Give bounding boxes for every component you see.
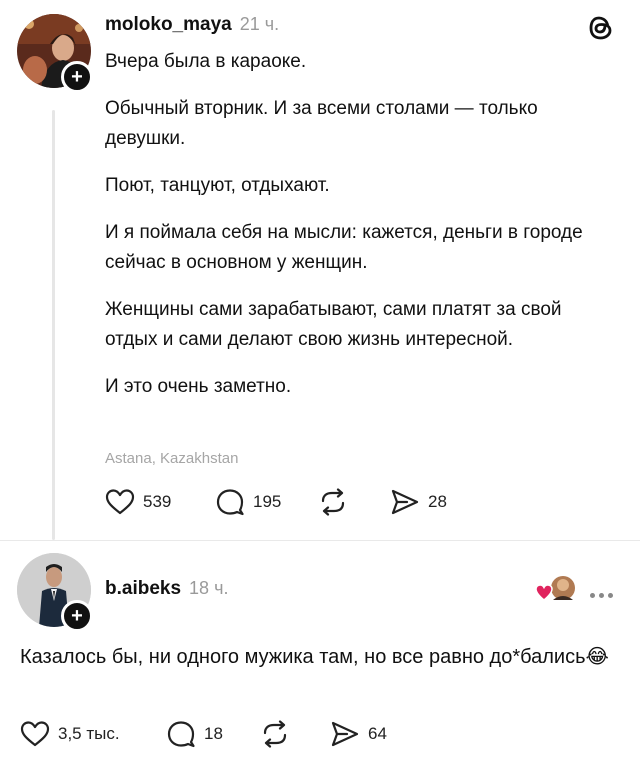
post-paragraph: Вчера была в караоке. xyxy=(105,51,307,72)
reply-username[interactable]: b.aibeks xyxy=(105,578,181,600)
like-button[interactable]: 539 xyxy=(105,488,171,516)
threads-icon[interactable] xyxy=(586,13,616,48)
reply-header: b.aibeks 18 ч. xyxy=(105,578,228,600)
reply-comment-count: 18 xyxy=(204,724,223,743)
reply-share-button[interactable]: 64 xyxy=(330,720,387,748)
reply-like-count: 3,5 тыс. xyxy=(58,724,120,743)
share-button[interactable]: 28 xyxy=(390,488,447,516)
reply-share-count: 64 xyxy=(368,724,387,743)
repost-button[interactable] xyxy=(318,488,348,516)
share-count: 28 xyxy=(428,492,447,511)
more-options-icon[interactable] xyxy=(588,585,615,603)
thread-line xyxy=(52,110,55,540)
like-count: 539 xyxy=(143,492,172,511)
author-liked-icon xyxy=(535,575,577,608)
reply-comment-button[interactable]: 18 xyxy=(166,720,223,748)
post-paragraph: Поют, танцуют, отдыхают. xyxy=(105,175,330,196)
comment-count: 195 xyxy=(253,492,282,511)
post-time: 21 ч. xyxy=(239,14,280,34)
post-paragraph: Женщины сами зарабатывают, сами платят з… xyxy=(105,299,562,350)
post-paragraph: И я поймала себя на мысли: кажется, день… xyxy=(105,222,583,273)
comment-icon xyxy=(166,720,196,748)
reply-text-content: Казалось бы, ни одного мужика там, но вс… xyxy=(20,646,586,668)
comment-icon xyxy=(215,488,245,516)
author-username[interactable]: moloko_maya xyxy=(105,14,232,36)
post-location[interactable]: Astana, Kazakhstan xyxy=(105,450,238,467)
reply-text: Казалось бы, ни одного мужика там, но вс… xyxy=(20,641,620,673)
laughing-emoji: 😂 xyxy=(585,646,609,668)
reply-like-button[interactable]: 3,5 тыс. xyxy=(20,720,120,748)
post-body: Вчера была в караоке. Обычный вторник. И… xyxy=(105,47,615,402)
send-icon xyxy=(390,488,420,516)
send-icon xyxy=(330,720,360,748)
repost-icon xyxy=(260,720,290,748)
post-header: moloko_maya 21 ч. xyxy=(105,14,279,36)
repost-icon xyxy=(318,488,348,516)
follow-plus-icon[interactable]: + xyxy=(61,61,93,93)
divider xyxy=(0,540,640,541)
post-paragraph: Обычный вторник. И за всеми столами — то… xyxy=(105,98,538,149)
post-paragraph: И это очень заметно. xyxy=(105,376,292,397)
comment-button[interactable]: 195 xyxy=(215,488,281,516)
reply-repost-button[interactable] xyxy=(260,720,290,748)
heart-icon xyxy=(20,720,50,748)
reply-time: 18 ч. xyxy=(189,578,229,598)
follow-plus-icon[interactable]: + xyxy=(61,600,93,632)
heart-icon xyxy=(105,488,135,516)
